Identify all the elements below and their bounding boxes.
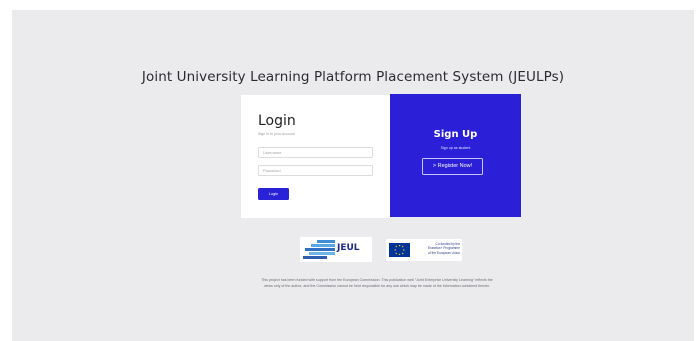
register-now-button[interactable]: > Register Now! <box>422 158 483 175</box>
password-input[interactable]: Password <box>258 165 373 176</box>
erasmus-logo: Co-funded by the Erasmus+ Programme of t… <box>386 239 462 261</box>
signup-subtitle: Sign up as student <box>440 146 471 150</box>
funding-disclaimer: This project has been funded with suppor… <box>222 277 532 289</box>
login-heading: Login <box>258 113 296 129</box>
page-title: Joint University Learning Platform Place… <box>141 69 565 85</box>
signup-panel: Sign Up Sign up as student > Register No… <box>390 94 521 217</box>
disclaimer-line-2: views only of the author, and the Commis… <box>263 284 491 288</box>
login-button[interactable]: Login <box>258 188 289 200</box>
signup-heading: Sign Up <box>433 129 478 140</box>
jeul-logo: JEUL <box>300 237 372 262</box>
username-input[interactable]: Username <box>258 147 373 158</box>
jeul-logo-text: JEUL <box>337 243 360 253</box>
stacked-bars-icon <box>303 240 335 259</box>
page-background: Joint University Learning Platform Place… <box>12 10 694 341</box>
erasmus-line-3: of the European Union <box>428 250 460 255</box>
login-subtitle: Sign in to your Account <box>258 132 295 136</box>
erasmus-text: Co-funded by the Erasmus+ Programme of t… <box>412 242 460 255</box>
login-panel: Login Sign in to your Account Username P… <box>241 95 390 218</box>
eu-flag-icon <box>389 243 410 257</box>
